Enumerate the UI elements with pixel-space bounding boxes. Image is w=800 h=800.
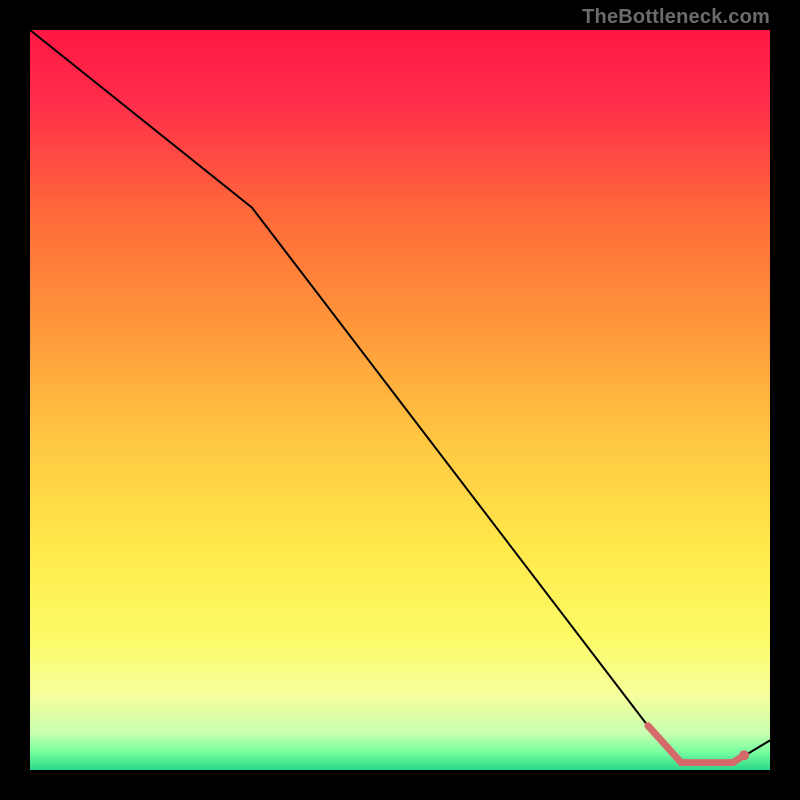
marker-end-dot <box>739 750 749 760</box>
marker-layer <box>739 750 749 760</box>
plot-area <box>30 30 770 770</box>
chart-stage: TheBottleneck.com <box>0 0 800 800</box>
watermark-text: TheBottleneck.com <box>582 6 770 29</box>
plot-svg <box>30 30 770 770</box>
